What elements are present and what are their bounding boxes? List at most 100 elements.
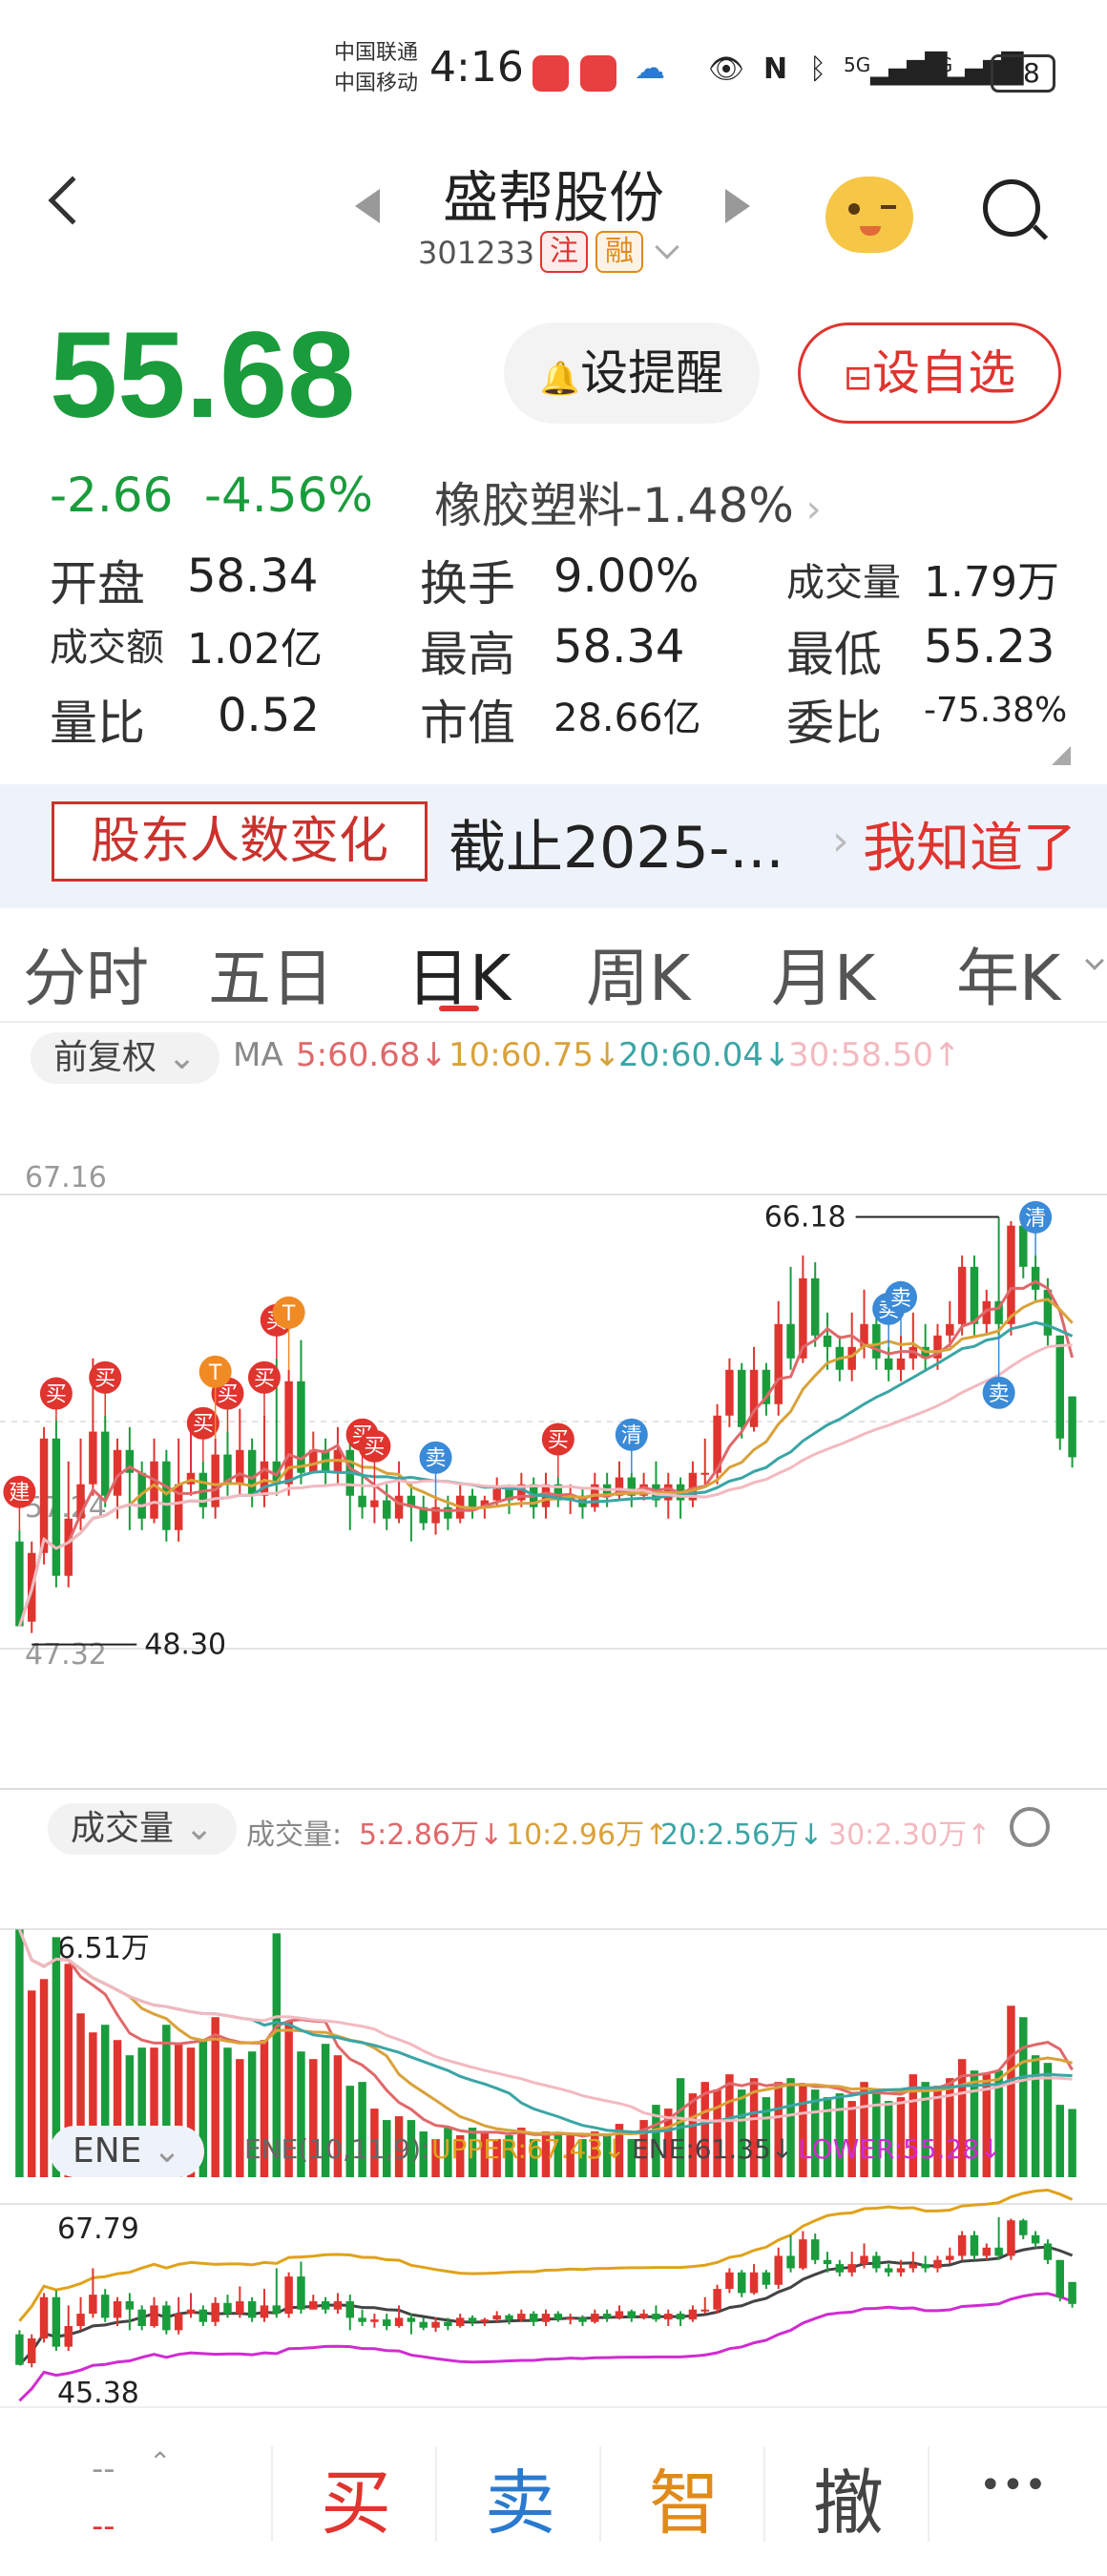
sell-button[interactable]: 卖 — [485, 2446, 555, 2548]
ene-candle-body — [236, 2301, 244, 2315]
ene-candle-body — [823, 2259, 832, 2265]
ene-candle-body — [688, 2309, 698, 2320]
ene-chart[interactable]: 67.79 45.38 — [0, 2185, 1107, 2406]
tab-monthly-k[interactable]: 月K — [771, 927, 875, 1019]
candle-body — [162, 1461, 171, 1530]
ene-candle-body — [309, 2301, 318, 2310]
ene-candle-body — [333, 2301, 343, 2310]
chevron-down-icon: ⌄ — [184, 1809, 214, 1848]
divider — [599, 2446, 601, 2542]
chevron-down-icon[interactable] — [655, 235, 679, 260]
ene-candle-body — [492, 2315, 501, 2320]
next-stock-icon[interactable] — [725, 189, 750, 223]
plus-square-icon: ⊟ — [843, 359, 873, 398]
mktcap-label: 市值 — [420, 696, 515, 751]
divider — [0, 1788, 1107, 1790]
ene-candle-body — [810, 2239, 820, 2260]
ene-candle-body — [602, 2314, 612, 2318]
notice-banner: 股东人数变化 截止2025-... › 我知道了 — [0, 784, 1107, 908]
vol20-value: 20:2.56万↓ — [660, 1818, 824, 1852]
volume-label: 成交量 — [786, 561, 901, 605]
ene-candle-body — [541, 2314, 551, 2322]
add-favorite-button[interactable]: ⊟设自选 — [798, 322, 1061, 424]
candle-body — [1031, 1266, 1040, 1290]
tab-five-day[interactable]: 五日 — [208, 927, 334, 1019]
candlestick-chart[interactable]: 67.1657.2447.3266.1848.30建买买买买买T买T买买卖买清卖… — [0, 1095, 1107, 1859]
more-icon[interactable]: ••• — [979, 2463, 1047, 2507]
ene-candle-body — [1019, 2220, 1028, 2235]
search-icon[interactable] — [983, 179, 1040, 237]
ene-candle-body — [1043, 2243, 1053, 2260]
carrier-1: 中国联通 — [334, 41, 419, 65]
ene-candle-body — [652, 2314, 660, 2320]
huawei-app-icon — [533, 55, 569, 92]
ene-candle-body — [260, 2305, 269, 2318]
tab-weekly-k[interactable]: 周K — [586, 927, 690, 1019]
ene-candle-body — [468, 2317, 477, 2322]
candle-body — [957, 1266, 967, 1324]
adjust-select[interactable]: 前复权 ⌄ — [31, 1032, 219, 1084]
expand-corner-icon[interactable] — [1052, 746, 1071, 765]
ene-candle-body — [835, 2264, 845, 2273]
banner-tag[interactable]: 股东人数变化 — [52, 801, 428, 882]
turnover-label: 换手 — [420, 556, 515, 612]
vol30-value: 30:2.30万↑ — [828, 1818, 992, 1852]
ene-candle-body — [713, 2289, 721, 2310]
trade-bar: -- ⌃ -- 买 卖 智 撤 ••• — [0, 2406, 1107, 2576]
amount-value: 1.02亿 — [187, 625, 323, 674]
signal-badge-label: 卖 — [989, 1382, 1010, 1406]
volume-select[interactable]: 成交量 ⌄ — [48, 1803, 237, 1855]
tab-intraday[interactable]: 分时 — [23, 927, 149, 1019]
chevron-right-icon: › — [832, 817, 849, 865]
signal-badge-label: 买 — [254, 1367, 275, 1391]
ene-candle-body — [39, 2296, 49, 2339]
sector-link[interactable]: 橡胶塑料-1.48% › — [434, 467, 822, 536]
tab-yearly-k[interactable]: 年K — [956, 927, 1060, 1019]
ene-candle-body — [15, 2334, 24, 2365]
candle-body — [492, 1488, 501, 1501]
volume-select-label: 成交量 — [71, 1809, 175, 1848]
ene-candle-body — [358, 2317, 366, 2322]
dismiss-banner-button[interactable]: 我知道了 — [863, 805, 1076, 883]
chevron-up-icon[interactable]: ⌃ — [149, 2446, 171, 2478]
smart-order-button[interactable]: 智 — [649, 2446, 720, 2548]
banner-text[interactable]: 截止2025-... — [449, 801, 784, 884]
tag-margin: 融 — [595, 231, 643, 273]
settings-gear-icon[interactable] — [1010, 1807, 1050, 1847]
indicator-select[interactable]: ENE ⌄ — [50, 2126, 205, 2177]
nfc-icon: N — [763, 52, 788, 86]
ene-candle-body — [799, 2239, 807, 2269]
back-icon[interactable] — [48, 176, 97, 225]
signal-badge-label: 买 — [193, 1413, 214, 1437]
low-value: 55.23 — [924, 620, 1055, 674]
ene-y-bottom: 45.38 — [57, 2377, 139, 2406]
price-placeholder-top: -- — [92, 2450, 115, 2488]
chevron-down-icon[interactable] — [1085, 951, 1104, 970]
ene-candle-body — [921, 2264, 929, 2269]
volume-value: 1.79万 — [924, 558, 1059, 607]
ene-candle-body — [211, 2302, 219, 2322]
cancel-order-button[interactable]: 撤 — [813, 2446, 884, 2548]
buy-button[interactable]: 买 — [321, 2446, 391, 2548]
prev-stock-icon[interactable] — [355, 189, 380, 223]
ene-candle-body — [884, 2268, 893, 2273]
candle-body — [1055, 1335, 1064, 1439]
ene-candle-body — [1031, 2234, 1040, 2244]
ene-candle-body — [505, 2315, 513, 2320]
divider — [928, 2446, 929, 2542]
set-alert-button[interactable]: 🔔设提醒 — [504, 322, 760, 424]
ene-candle-body — [174, 2314, 183, 2331]
ene-candle-body — [591, 2314, 599, 2322]
ene-candle-body — [297, 2276, 305, 2310]
candle-body — [247, 1449, 257, 1496]
ene-candle-body — [639, 2314, 648, 2318]
volume-bar — [28, 1990, 36, 2177]
stock-header: 盛帮股份 301233 注 融 — [0, 143, 1107, 296]
candle-body — [358, 1495, 366, 1507]
mascot-icon[interactable] — [825, 177, 913, 253]
ene-candle-body — [431, 2321, 440, 2328]
ene-candle-body — [89, 2295, 97, 2315]
ene-candle-body — [455, 2317, 465, 2327]
volume-bar — [211, 2017, 219, 2177]
ene-candle-body — [1055, 2259, 1064, 2297]
